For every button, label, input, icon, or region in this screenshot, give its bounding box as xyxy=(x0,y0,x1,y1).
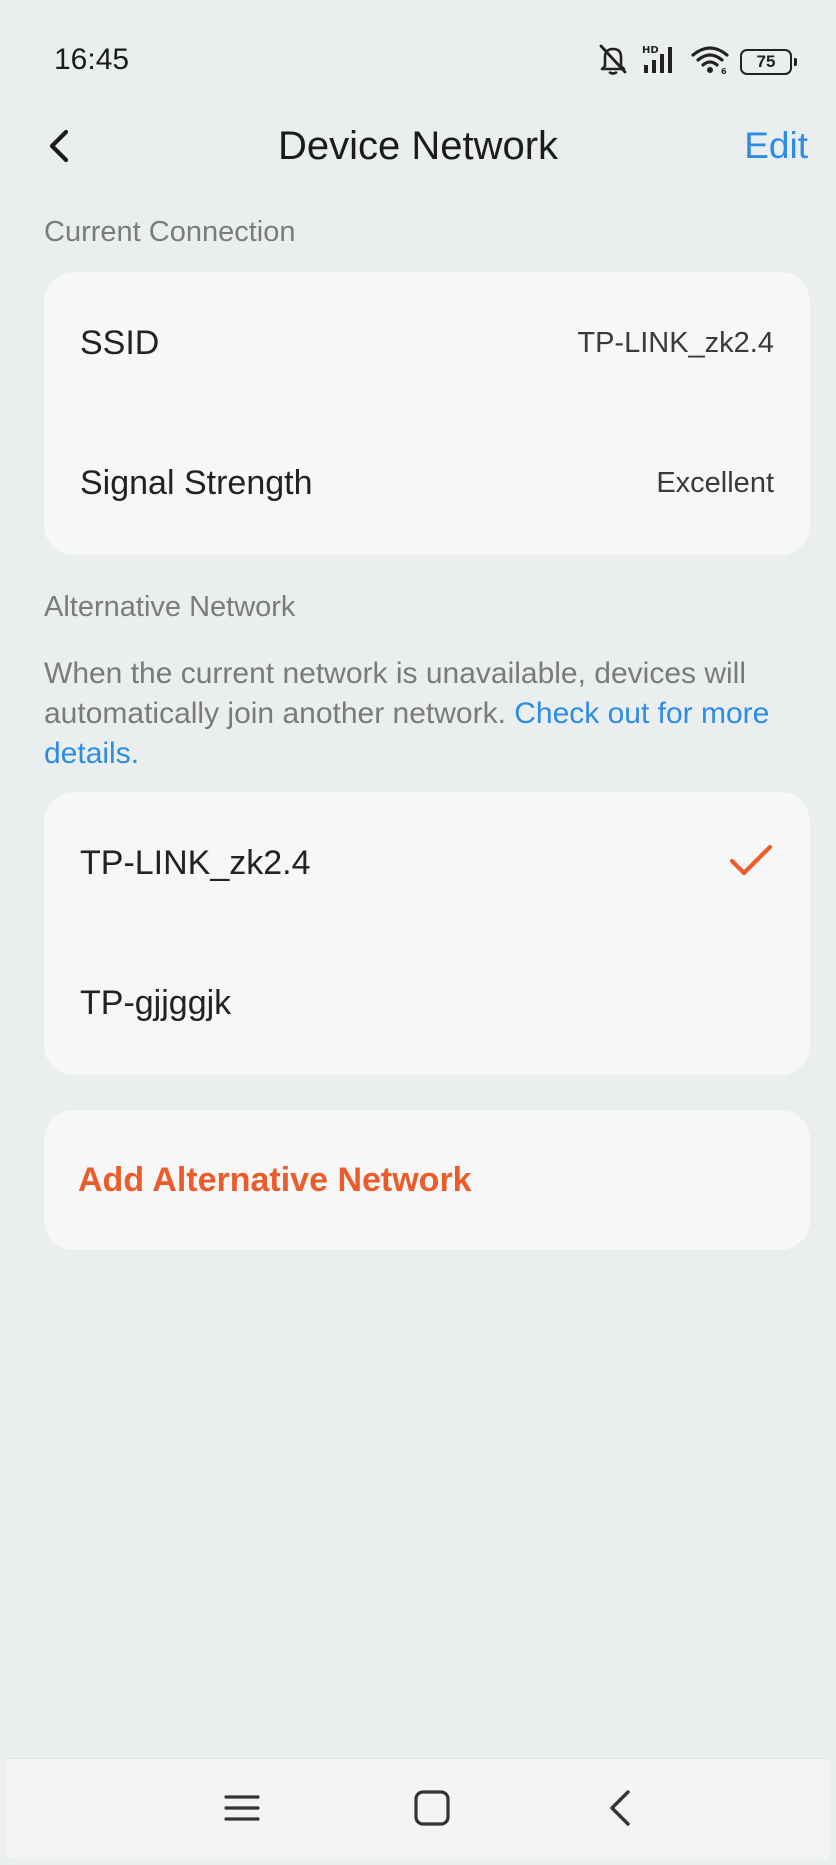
signal-strength-row: Signal Strength Excellent xyxy=(44,413,810,553)
home-button[interactable] xyxy=(404,1785,460,1835)
menu-button[interactable] xyxy=(214,1785,270,1835)
ssid-value: TP-LINK_zk2.4 xyxy=(577,326,774,359)
menu-icon xyxy=(222,1791,262,1830)
home-square-icon xyxy=(412,1788,452,1833)
back-triangle-icon xyxy=(604,1788,636,1833)
muted-bell-icon xyxy=(596,42,630,81)
alternative-network-label: Alternative Network xyxy=(44,591,296,623)
ssid-label: SSID xyxy=(80,323,160,362)
checkmark-icon xyxy=(728,843,774,884)
alternative-networks-card: TP-LINK_zk2.4 TP-gjjggjk xyxy=(44,792,810,1075)
signal-strength-label: Signal Strength xyxy=(80,463,313,502)
header: Device Network Edit xyxy=(6,106,830,190)
edit-button[interactable]: Edit xyxy=(744,125,808,167)
ssid-row: SSID TP-LINK_zk2.4 xyxy=(44,273,810,413)
system-back-button[interactable] xyxy=(592,1785,648,1835)
battery-icon: 75 xyxy=(740,48,797,75)
signal-strength-value: Excellent xyxy=(656,466,774,499)
screen: 16:45 HD 6 75 Device Network Edit Curren… xyxy=(6,6,830,1859)
page-title: Device Network xyxy=(277,124,559,168)
svg-text:HD: HD xyxy=(642,45,659,56)
network-item[interactable]: TP-gjjggjk xyxy=(44,933,810,1073)
status-bar: 16:45 HD 6 75 xyxy=(6,6,830,106)
add-alternative-network-label: Add Alternative Network xyxy=(78,1160,472,1199)
alternative-network-description: When the current network is unavailable,… xyxy=(44,654,814,774)
network-name: TP-LINK_zk2.4 xyxy=(80,843,311,882)
current-connection-label: Current Connection xyxy=(44,216,296,248)
hd-signal-icon: HD xyxy=(640,43,680,80)
network-name: TP-gjjggjk xyxy=(80,983,232,1022)
add-alternative-network-button[interactable]: Add Alternative Network xyxy=(44,1110,810,1250)
wifi-icon: 6 xyxy=(690,43,730,80)
current-connection-card: SSID TP-LINK_zk2.4 Signal Strength Excel… xyxy=(44,272,810,555)
navigation-bar xyxy=(6,1758,830,1859)
svg-text:6: 6 xyxy=(721,67,727,75)
status-icons: HD 6 75 xyxy=(596,42,797,81)
status-time: 16:45 xyxy=(54,43,130,76)
network-item[interactable]: TP-LINK_zk2.4 xyxy=(44,793,810,933)
